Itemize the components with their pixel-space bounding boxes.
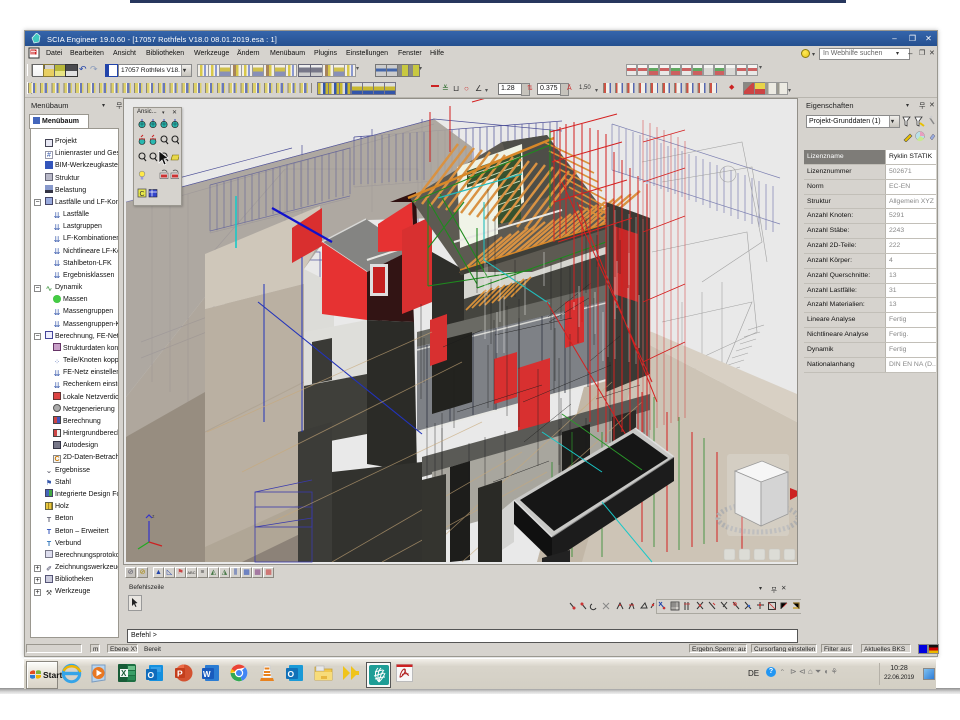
svg-text:W: W [203,670,211,679]
svg-text:X: X [121,669,127,678]
svg-text:C: C [140,191,145,198]
svg-text:O: O [288,669,295,679]
svg-text:O: O [148,670,155,680]
svg-text:P: P [177,669,183,679]
